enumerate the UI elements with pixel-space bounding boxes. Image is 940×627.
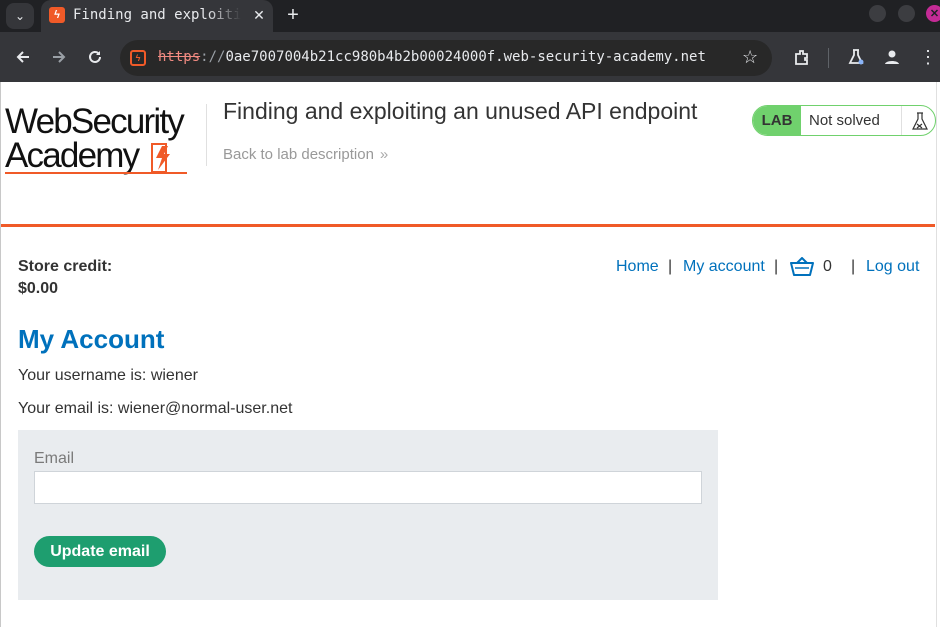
- url-scheme: https: [158, 49, 201, 65]
- new-tab-button[interactable]: +: [281, 3, 305, 27]
- reload-button[interactable]: [83, 45, 107, 69]
- page-scrollbar[interactable]: [936, 82, 940, 627]
- profile-icon: [885, 50, 899, 64]
- email-field-label: Email: [34, 450, 75, 467]
- tab-search-button[interactable]: ⌄: [6, 3, 34, 29]
- back-button[interactable]: [11, 45, 35, 69]
- tab-close-button[interactable]: ✕: [249, 4, 269, 26]
- double-chevron-right-icon: »: [379, 146, 389, 163]
- url-host: 0ae7007004b21cc980b4b2b00024000f.web-sec…: [225, 49, 706, 65]
- header-divider: [206, 104, 207, 166]
- tab-title: Finding and exploiting an unused API end…: [73, 7, 241, 23]
- browser-toolbar: ϟ https://0ae7007004b21cc980b4b2b0002400…: [0, 32, 940, 82]
- lab-title: Finding and exploiting an unused API end…: [223, 98, 698, 124]
- logo-text-line1: WebSecurity: [5, 102, 185, 141]
- page-title: My Account: [18, 324, 165, 354]
- nav-log-out-link[interactable]: Log out: [866, 258, 919, 276]
- nav-separator: |: [851, 258, 856, 275]
- url-text[interactable]: https://0ae7007004b21cc980b4b2b00024000f…: [158, 49, 738, 65]
- extensions-button[interactable]: [790, 45, 814, 69]
- web-security-academy-logo[interactable]: WebSecurity Academy: [5, 104, 205, 176]
- nav-separator: |: [774, 258, 779, 275]
- email-text: Your email is: wiener@normal-user.net: [18, 400, 293, 417]
- update-email-button[interactable]: Update email: [34, 536, 166, 567]
- back-arrow-icon: [16, 51, 29, 63]
- window-maximize-button[interactable]: [898, 5, 915, 22]
- bookmark-star-icon[interactable]: ☆: [742, 47, 758, 68]
- cart-count[interactable]: 0: [823, 258, 832, 276]
- lab-status-badge: LAB Not solved: [752, 105, 936, 136]
- page-viewport: WebSecurity Academy Finding and exploiti…: [0, 82, 940, 627]
- store-credit-label: Store credit:: [18, 258, 113, 275]
- nav-my-account-link[interactable]: My account: [683, 258, 765, 276]
- forward-arrow-icon: [53, 51, 66, 63]
- store-credit-value: $0.00: [18, 280, 59, 297]
- forward-button[interactable]: [47, 45, 71, 69]
- nav-home-link[interactable]: Home: [616, 258, 659, 276]
- logo-underline: [5, 172, 187, 174]
- url-separator: ://: [200, 49, 226, 65]
- toolbar-divider: [828, 48, 829, 68]
- reload-icon: [89, 50, 101, 63]
- labs-flask-icon: [848, 49, 864, 65]
- email-field[interactable]: [34, 471, 702, 504]
- window-close-button[interactable]: ✕: [926, 5, 940, 22]
- labs-button[interactable]: [844, 45, 868, 69]
- update-email-form: Email Update email: [18, 430, 718, 600]
- browser-tab-bar: ⌄ ϟ Finding and exploiting an unused API…: [0, 0, 940, 32]
- browser-tab-active[interactable]: ϟ Finding and exploiting an unused API e…: [41, 0, 273, 32]
- profile-button[interactable]: [880, 45, 904, 69]
- logo-text-line2: Academy: [5, 136, 140, 175]
- cart-basket-icon[interactable]: [790, 257, 814, 277]
- lab-status-text: Not solved: [809, 112, 880, 129]
- chevron-down-icon: ⌄: [14, 9, 26, 23]
- lab-pill-label: LAB: [753, 106, 801, 135]
- nav-separator: |: [668, 258, 673, 275]
- site-info-icon[interactable]: ϟ: [130, 50, 146, 66]
- kebab-menu-icon: ⋮: [919, 46, 937, 67]
- logo-bolt-icon: [151, 143, 170, 173]
- address-bar[interactable]: ϟ https://0ae7007004b21cc980b4b2b0002400…: [120, 40, 772, 76]
- header-orange-rule: [1, 224, 935, 227]
- browser-menu-button[interactable]: ⋮: [916, 45, 940, 69]
- extensions-icon: [795, 50, 808, 65]
- back-to-lab-description-link[interactable]: Back to lab description »: [223, 146, 388, 163]
- portswigger-favicon-icon: ϟ: [49, 7, 65, 23]
- lab-flask-icon: [901, 106, 935, 135]
- back-link-label: Back to lab description: [223, 146, 374, 163]
- window-minimize-button[interactable]: [869, 5, 886, 22]
- username-text: Your username is: wiener: [18, 367, 198, 384]
